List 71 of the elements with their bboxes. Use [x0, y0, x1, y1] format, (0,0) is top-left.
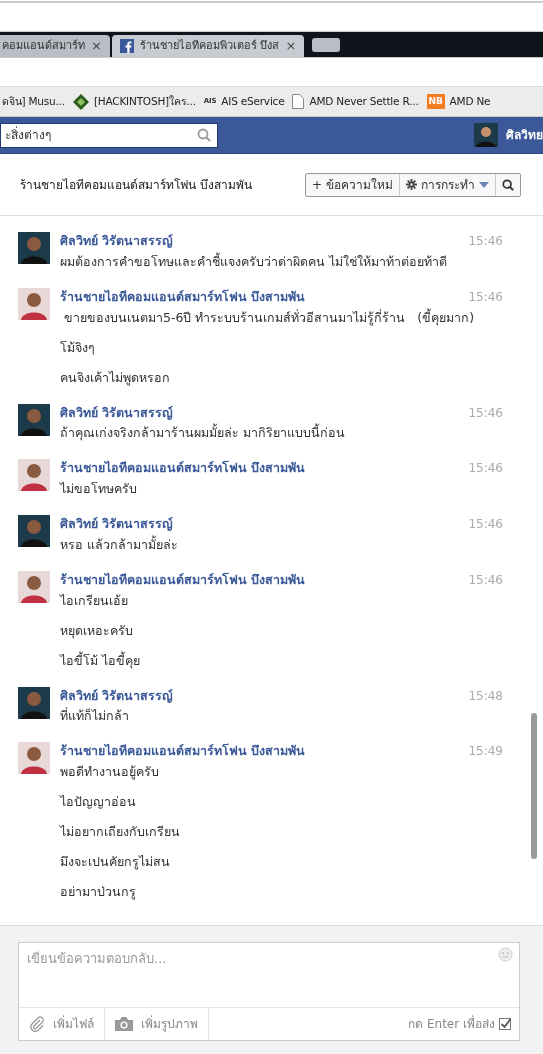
- facebook-icon: [119, 39, 134, 53]
- bookmark[interactable]: NB AMD Ne: [426, 93, 491, 110]
- bookmark[interactable]: ดจิน] Musu...: [2, 93, 65, 110]
- message-time: 15:46: [468, 460, 503, 478]
- message-time: 15:48: [468, 687, 503, 705]
- add-photo-button[interactable]: เพิ่มรูปภาพ: [105, 1008, 209, 1040]
- sender-name[interactable]: ร้านชายไอทีคอมแอนด์สมาร์ทโฟน บึงสามพัน: [60, 287, 306, 307]
- message-text: ถ้าคุณเก่งจริงกล้ามาร้านผมมั้ยล่ะ มากิริยาแบบนี้ก่อน: [60, 422, 346, 443]
- message-time: 15:46: [468, 516, 503, 533]
- message-text: ไอปัญญาอ่อน: [60, 793, 137, 811]
- message-time: 15:46: [468, 571, 503, 589]
- bookmark[interactable]: AMD Never Settle R...: [292, 93, 419, 110]
- avatar: [18, 742, 50, 775]
- page-icon: [292, 94, 305, 109]
- message-text: ที่แท้ก็ไม่กล้า: [60, 706, 130, 726]
- avatar: [18, 287, 50, 320]
- gear-icon: [406, 179, 417, 190]
- message-time: 15:49: [468, 743, 503, 761]
- message-text: ผมต้องการคำขอโทษและคำชี้แจงครับว่าด่าผิดคน ไม่ใช่ให้มาท้าต่อยท้าตี: [60, 251, 448, 271]
- message-text: ไอเกรียนเอ้ย: [60, 591, 129, 610]
- avatar: [18, 403, 50, 436]
- caret-icon: [479, 181, 489, 188]
- user-name[interactable]: ศิลวิทย: [506, 126, 543, 144]
- checkbox[interactable]: [499, 1018, 511, 1030]
- conversation-title: ร้านชายไอทีคอมแอนด์สมาร์ทโฟน บึงสามพัน: [20, 176, 252, 194]
- message-text: ไม่ขอโทษครับ: [60, 480, 138, 498]
- browser-tab[interactable]: ร้านชายไอทีคอมพิวเตอร์ บึงส ×: [111, 35, 305, 57]
- sender-name[interactable]: ศิลวิทย์ วิรัตนาสรรญ์: [60, 232, 174, 251]
- message-time: 15:46: [468, 288, 503, 306]
- search-icon: [502, 178, 514, 191]
- logo-icon: NB: [426, 93, 445, 110]
- sender-name[interactable]: ศิลวิทย์ วิรัตนาสรรญ์: [60, 403, 174, 423]
- close-icon[interactable]: ×: [285, 36, 297, 56]
- sender-name[interactable]: ศิลวิทย์ วิรัตนาสรรญ์: [60, 515, 174, 534]
- sender-name[interactable]: ร้านชายไอทีคอมแอนด์สมาร์ทโฟน บึงสามพัน: [60, 742, 306, 761]
- message-text: อย่ามาป่วนกรู: [60, 883, 137, 902]
- scrollbar[interactable]: [531, 713, 537, 859]
- avatar: [18, 232, 50, 264]
- bookmark[interactable]: [HACKINTOSH]ใคร...: [72, 93, 196, 110]
- camera-icon: [115, 1017, 133, 1031]
- message-text: หยุดเหอะครับ: [60, 621, 134, 641]
- message-text: ไอขี้โม้ ไอขี้คุย: [60, 650, 141, 671]
- new-tab-button[interactable]: [312, 37, 341, 52]
- new-message-button[interactable]: + ข้อความใหม่: [305, 173, 400, 196]
- message-text: พอดีทำงานอยู้ครับ: [60, 763, 160, 782]
- message-text: โม้จิงๆ: [60, 338, 96, 357]
- search-icon: [197, 128, 211, 142]
- diamond-icon: [72, 93, 89, 110]
- paperclip-icon: [29, 1016, 45, 1032]
- message-text: ขายของบนเนตมา5-6ปี ทำระบบร้านเกมส์ทั่วอีสานมาไม่รู้กี่ร้าน (ขี้คุยมาก): [63, 307, 476, 328]
- reply-field[interactable]: เขียนข้อความตอบกลับ... เพิ่มไฟล์ เพิ่มรูปภาพ กด Enter เพื่อส่ง: [18, 942, 520, 1041]
- message-text: มึงจะเปนคัยกรูไม่สน: [60, 853, 171, 872]
- message-text: หรอ แล้วกล้ามามั้ยล่ะ: [60, 534, 179, 554]
- actions-button[interactable]: การกระทำ: [400, 173, 496, 196]
- avatar: [18, 686, 50, 719]
- avatar: [18, 570, 50, 603]
- search-field[interactable]: ะสิ่งต่างๆ: [0, 122, 218, 148]
- avatar[interactable]: [474, 123, 498, 147]
- sender-name[interactable]: ศิลวิทย์ วิรัตนาสรรญ์: [60, 686, 174, 706]
- message-text: คนจิงเค้าไม่พูดหรอก: [60, 368, 171, 388]
- avatar: [18, 459, 50, 492]
- message-time: 15:46: [468, 233, 503, 250]
- avatar: [18, 515, 50, 547]
- enter-to-send-label: กด Enter เพื่อส่ง: [408, 1015, 495, 1033]
- message-time: 15:46: [468, 404, 503, 422]
- sender-name[interactable]: ร้านชายไอทีคอมแอนด์สมาร์ทโฟน บึงสามพัน: [60, 459, 306, 478]
- sender-name[interactable]: ร้านชายไอทีคอมแอนด์สมาร์ทโฟน บึงสามพัน: [60, 570, 306, 590]
- browser-tab[interactable]: คอมแอนด์สมาร์ท ×: [0, 35, 110, 57]
- close-icon[interactable]: ×: [91, 36, 102, 56]
- attach-file-button[interactable]: เพิ่มไฟล์: [19, 1008, 105, 1040]
- message-text: ไม่อยากเถียงกับเกรียน: [60, 823, 181, 841]
